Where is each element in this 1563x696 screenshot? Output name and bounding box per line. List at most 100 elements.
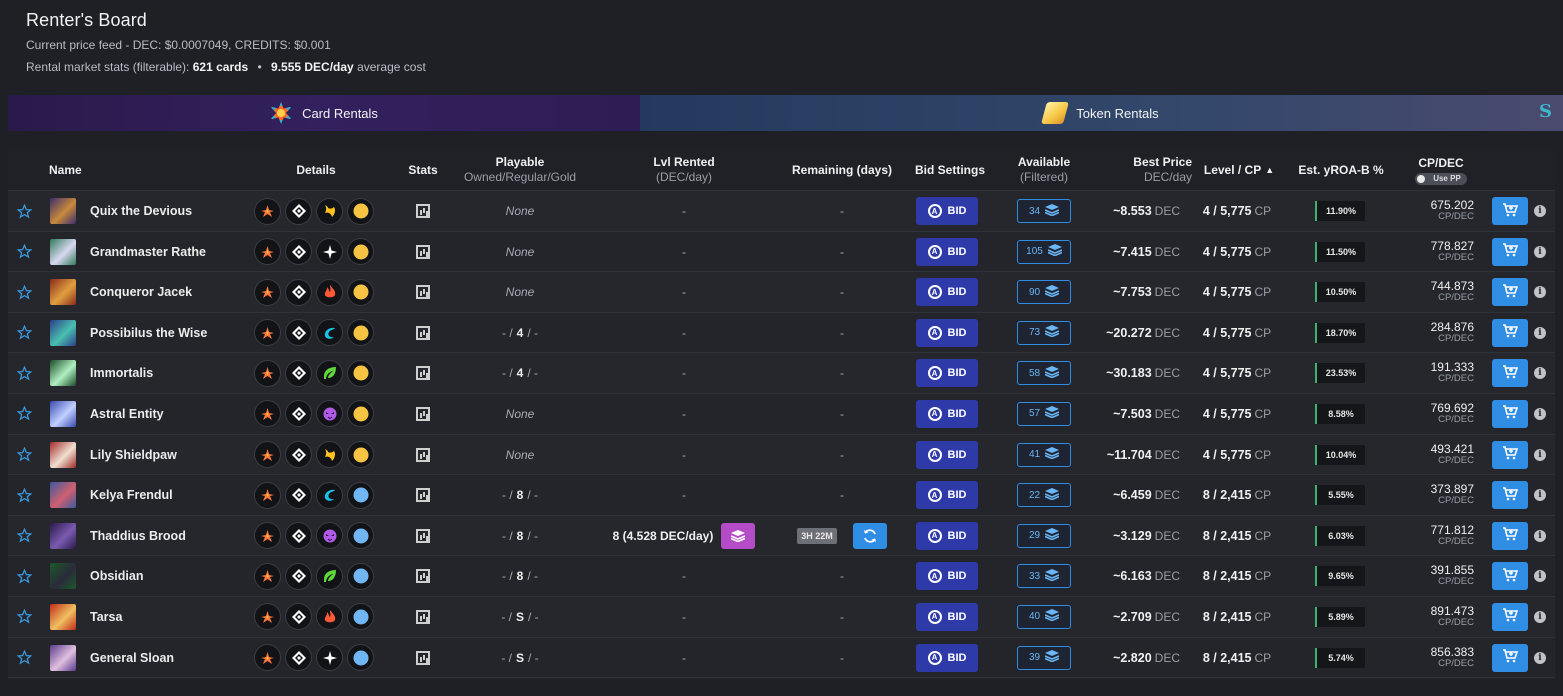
bid-button[interactable]: A BID xyxy=(916,278,978,307)
available-listings-button[interactable]: 33 xyxy=(1017,564,1071,589)
card-name[interactable]: Thaddius Brood xyxy=(90,516,186,556)
card-portrait[interactable] xyxy=(50,198,76,224)
renew-refresh-button[interactable] xyxy=(852,522,887,549)
info-icon[interactable]: i xyxy=(1534,529,1546,542)
available-listings-button[interactable]: 57 xyxy=(1017,401,1071,426)
stats-chart-icon[interactable] xyxy=(414,556,432,596)
available-listings-button[interactable]: 34 xyxy=(1017,199,1071,223)
add-to-cart-button[interactable] xyxy=(1492,440,1528,469)
favorite-star-icon[interactable] xyxy=(16,353,32,393)
use-pp-toggle[interactable]: Use PP xyxy=(1415,172,1467,185)
card-portrait[interactable] xyxy=(50,319,76,346)
bid-button[interactable]: A BID xyxy=(916,237,978,266)
favorite-star-icon[interactable] xyxy=(16,597,32,637)
card-portrait[interactable] xyxy=(50,482,76,509)
card-name[interactable]: Tarsa xyxy=(90,597,122,637)
card-name[interactable]: Astral Entity xyxy=(90,394,164,434)
available-listings-button[interactable]: 73 xyxy=(1017,320,1071,345)
info-icon[interactable]: i xyxy=(1534,610,1546,623)
add-to-cart-button[interactable] xyxy=(1492,237,1528,266)
card-portrait[interactable] xyxy=(50,400,76,427)
stats-chart-icon[interactable] xyxy=(414,232,432,272)
available-listings-button[interactable]: 29 xyxy=(1017,523,1071,548)
rented-stack-button[interactable] xyxy=(721,522,756,549)
add-to-cart-button[interactable] xyxy=(1492,399,1528,428)
favorite-star-icon[interactable] xyxy=(16,272,32,312)
tab-card-rentals[interactable]: Card Rentals xyxy=(8,95,640,131)
col-best-price[interactable]: Best Price DEC/day xyxy=(1108,149,1192,191)
add-to-cart-button[interactable] xyxy=(1492,521,1528,550)
stats-chart-icon[interactable] xyxy=(414,435,432,475)
info-icon[interactable]: i xyxy=(1534,205,1546,217)
col-lvl-rented[interactable]: Lvl Rented (DEC/day) xyxy=(624,149,744,191)
favorite-star-icon[interactable] xyxy=(16,232,32,272)
add-to-cart-button[interactable] xyxy=(1492,481,1528,510)
card-name[interactable]: Immortalis xyxy=(90,353,153,393)
stats-chart-icon[interactable] xyxy=(414,191,432,231)
card-name[interactable]: Kelya Frendul xyxy=(90,475,173,515)
info-icon[interactable]: i xyxy=(1534,245,1546,258)
card-portrait[interactable] xyxy=(50,644,76,671)
card-name[interactable]: Conqueror Jacek xyxy=(90,272,192,312)
add-to-cart-button[interactable] xyxy=(1492,318,1528,347)
card-name[interactable]: Possibilus the Wise xyxy=(90,313,207,353)
add-to-cart-button[interactable] xyxy=(1492,602,1528,631)
col-available[interactable]: Available (Filtered) xyxy=(1008,149,1080,191)
add-to-cart-button[interactable] xyxy=(1492,278,1528,307)
bid-button[interactable]: A BID xyxy=(916,197,978,225)
favorite-star-icon[interactable] xyxy=(16,191,32,231)
col-playable[interactable]: Playable Owned/Regular/Gold xyxy=(454,149,586,191)
stats-chart-icon[interactable] xyxy=(414,272,432,312)
card-portrait[interactable] xyxy=(50,238,76,265)
add-to-cart-button[interactable] xyxy=(1492,197,1528,225)
info-icon[interactable]: i xyxy=(1534,651,1546,664)
bid-button[interactable]: A BID xyxy=(916,399,978,428)
col-cpdec[interactable]: CP/DEC Use PP xyxy=(1408,149,1474,191)
favorite-star-icon[interactable] xyxy=(16,313,32,353)
add-to-cart-button[interactable] xyxy=(1492,643,1528,672)
available-listings-button[interactable]: 90 xyxy=(1017,280,1071,305)
card-portrait[interactable] xyxy=(50,360,76,387)
favorite-star-icon[interactable] xyxy=(16,638,32,678)
card-portrait[interactable] xyxy=(50,522,76,549)
card-portrait[interactable] xyxy=(50,563,76,590)
tab-token-rentals[interactable]: Token Rentals S xyxy=(640,95,1563,131)
info-icon[interactable]: i xyxy=(1534,489,1546,502)
col-remaining[interactable]: Remaining (days) xyxy=(782,149,902,191)
favorite-star-icon[interactable] xyxy=(16,394,32,434)
bid-button[interactable]: A BID xyxy=(916,481,978,510)
stats-chart-icon[interactable] xyxy=(414,353,432,393)
bid-button[interactable]: A BID xyxy=(916,440,978,469)
card-name[interactable]: Grandmaster Rathe xyxy=(90,232,206,272)
available-listings-button[interactable]: 58 xyxy=(1017,361,1071,386)
card-portrait[interactable] xyxy=(50,603,76,630)
info-icon[interactable]: i xyxy=(1534,286,1546,299)
available-listings-button[interactable]: 40 xyxy=(1017,604,1071,629)
add-to-cart-button[interactable] xyxy=(1492,562,1528,591)
bid-button[interactable]: A BID xyxy=(916,359,978,388)
card-name[interactable]: Obsidian xyxy=(90,556,143,596)
card-portrait[interactable] xyxy=(50,279,76,306)
stats-chart-icon[interactable] xyxy=(414,638,432,678)
stats-chart-icon[interactable] xyxy=(414,516,432,556)
bid-button[interactable]: A BID xyxy=(916,643,978,672)
available-listings-button[interactable]: 22 xyxy=(1017,483,1071,508)
info-icon[interactable]: i xyxy=(1534,448,1546,461)
favorite-star-icon[interactable] xyxy=(16,556,32,596)
card-name[interactable]: Lily Shieldpaw xyxy=(90,435,177,475)
info-icon[interactable]: i xyxy=(1534,570,1546,583)
info-icon[interactable]: i xyxy=(1534,407,1546,420)
stats-chart-icon[interactable] xyxy=(414,597,432,637)
card-name[interactable]: Quix the Devious xyxy=(90,191,192,231)
bid-button[interactable]: A BID xyxy=(916,521,978,550)
stats-chart-icon[interactable] xyxy=(414,475,432,515)
favorite-star-icon[interactable] xyxy=(16,475,32,515)
col-yroa[interactable]: Est. yROA-B % xyxy=(1294,149,1388,191)
bid-button[interactable]: A BID xyxy=(916,318,978,347)
available-listings-button[interactable]: 105 xyxy=(1017,239,1071,264)
card-name[interactable]: General Sloan xyxy=(90,638,174,678)
col-name[interactable]: Name xyxy=(49,149,109,191)
add-to-cart-button[interactable] xyxy=(1492,359,1528,388)
favorite-star-icon[interactable] xyxy=(16,516,32,556)
available-listings-button[interactable]: 39 xyxy=(1017,645,1071,670)
